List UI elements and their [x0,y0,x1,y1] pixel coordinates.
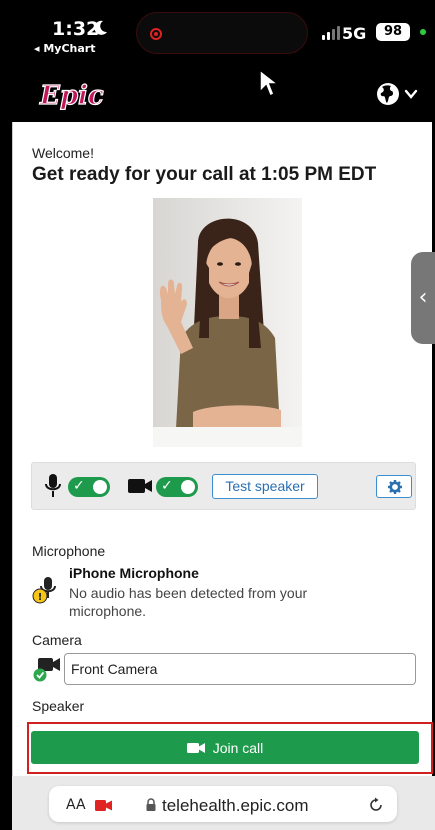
lock-icon [146,798,156,811]
epic-logo-text: Epic [39,81,104,110]
text-size-button[interactable]: AA [66,797,86,813]
language-chevron-down-icon[interactable] [404,88,418,100]
url-text: telehealth.epic.com [162,796,309,815]
microphone-warning-icon: ! [32,577,56,604]
battery-indicator: 98 [376,23,410,41]
network-type: 5G [342,24,367,43]
microphone-icon [45,474,61,497]
status-time: 1:32 [52,18,100,40]
back-to-app-link[interactable]: ◂ MyChart [34,42,95,55]
side-panel-toggle[interactable]: ‹ [411,252,435,344]
camera-in-use-dot [420,29,426,35]
settings-button[interactable] [376,475,412,498]
camera-ok-icon [33,658,60,682]
welcome-text: Welcome! [32,145,94,161]
gear-icon [388,480,402,494]
camera-section-label: Camera [32,632,82,648]
camera-active-icon [95,800,112,811]
cellular-signal-icon [322,26,340,40]
check-icon: ✓ [161,478,173,494]
reload-icon[interactable] [368,797,384,813]
microphone-toggle[interactable]: ✓ [68,477,110,497]
camera-toggle[interactable]: ✓ [156,477,198,497]
mouse-cursor-icon [259,68,280,98]
camera-select[interactable]: Front Camera [64,653,416,685]
join-call-label: Join call [212,739,264,756]
join-call-button[interactable]: Join call [31,731,419,764]
video-camera-icon [128,479,152,493]
globe-icon[interactable] [376,82,400,106]
epic-logo: Epic [38,80,104,110]
camera-preview [153,198,302,447]
check-icon: ✓ [73,478,85,494]
microphone-no-audio-message: No audio has been detected from your mic… [69,585,308,619]
svg-text:!: ! [38,592,43,603]
microphone-device-name: iPhone Microphone [69,565,199,581]
microphone-section-label: Microphone [32,543,106,559]
test-speaker-button[interactable]: Test speaker [212,474,318,499]
moon-icon [94,20,107,35]
recording-indicator-icon [150,28,162,40]
speaker-section-label: Speaker [32,698,85,714]
page-title: Get ready for your call at 1:05 PM EDT [32,164,377,185]
video-camera-icon [186,742,205,753]
status-bar: 1:32 ◂ MyChart 5G 98 [0,0,435,66]
